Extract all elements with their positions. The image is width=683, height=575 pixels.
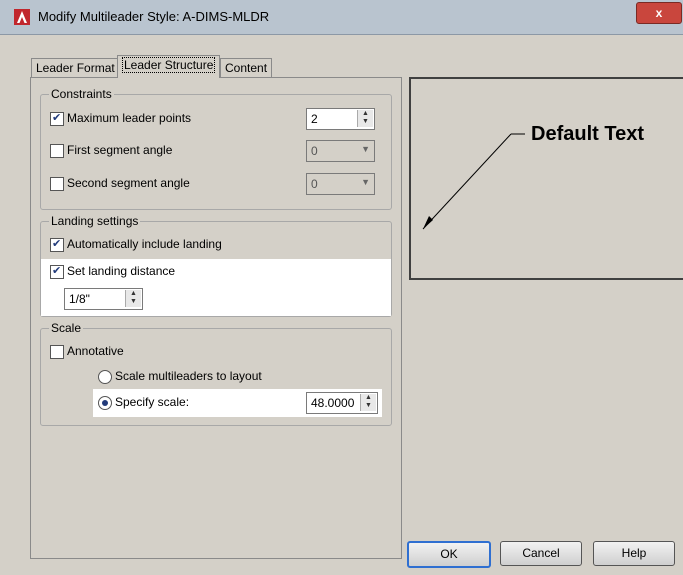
specify-scale-stepper[interactable]: 48.0000 ▲ ▼ — [306, 392, 378, 414]
autocad-logo-icon — [14, 9, 30, 25]
landing-distance-value: 1/8" — [69, 292, 90, 306]
tab-leader-format[interactable]: Leader Format — [31, 58, 120, 78]
annotative-label: Annotative — [67, 344, 124, 358]
spinner-icon[interactable]: ▲ ▼ — [360, 394, 376, 411]
max-leader-points-value: 2 — [311, 112, 318, 126]
scale-to-layout-label: Scale multileaders to layout — [115, 369, 262, 383]
chevron-down-icon: ▼ — [361, 144, 370, 154]
first-segment-angle-checkbox[interactable] — [50, 144, 64, 158]
auto-include-landing-label: Automatically include landing — [67, 237, 222, 251]
chevron-down-icon: ▼ — [361, 177, 370, 187]
preview-pane: Default Text — [409, 77, 683, 280]
scale-legend: Scale — [49, 321, 84, 335]
max-leader-points-checkbox[interactable] — [50, 111, 64, 126]
close-button[interactable]: x — [636, 2, 682, 24]
auto-include-landing-checkbox[interactable] — [50, 237, 64, 252]
spinner-icon[interactable]: ▲ ▼ — [125, 290, 141, 307]
specify-scale-label: Specify scale: — [115, 395, 190, 409]
landing-distance-stepper[interactable]: 1/8" ▲ ▼ — [64, 288, 143, 310]
dialog-body: Leader Format Leader Structure Content C… — [0, 35, 683, 575]
tab-label: Leader Format — [36, 61, 115, 75]
set-landing-distance-checkbox[interactable] — [50, 264, 64, 279]
scale-to-layout-radio[interactable] — [98, 370, 112, 384]
first-segment-angle-label: First segment angle — [67, 143, 173, 157]
scale-group: Scale Annotative Scale multileaders to l… — [40, 321, 392, 426]
tab-panel-leader-structure: Constraints Maximum leader points 2 ▲▼ F… — [30, 77, 402, 559]
tab-label: Content — [225, 61, 268, 75]
spinner-icon[interactable]: ▲ ▼ — [357, 110, 373, 127]
tab-content[interactable]: Content — [220, 58, 273, 78]
second-segment-angle-label: Second segment angle — [67, 176, 190, 190]
specify-scale-value: 48.0000 — [311, 396, 355, 410]
leader-preview-graphic — [422, 133, 525, 230]
landing-settings-group: Landing settings Automatically include l… — [40, 214, 392, 317]
max-leader-points-label: Maximum leader points — [67, 111, 192, 125]
second-segment-angle-checkbox[interactable] — [50, 177, 64, 191]
second-segment-angle-select[interactable]: 0 ▼ — [306, 173, 375, 195]
preview-default-text: Default Text — [531, 123, 644, 145]
annotative-checkbox[interactable] — [50, 345, 64, 359]
first-segment-angle-select[interactable]: 0 ▼ — [306, 140, 375, 162]
ok-button[interactable]: OK — [407, 541, 491, 568]
tab-leader-structure[interactable]: Leader Structure — [117, 55, 221, 78]
specify-scale-radio[interactable] — [98, 396, 112, 410]
set-landing-distance-label: Set landing distance — [67, 264, 176, 278]
first-segment-angle-value: 0 — [311, 144, 318, 158]
tab-label: Leader Structure — [122, 57, 216, 73]
cancel-button[interactable]: Cancel — [500, 541, 582, 566]
landing-settings-legend: Landing settings — [49, 214, 141, 228]
window-title: Modify Multileader Style: A-DIMS-MLDR — [38, 9, 270, 24]
second-segment-angle-value: 0 — [311, 177, 318, 191]
help-button[interactable]: Help — [593, 541, 675, 566]
constraints-legend: Constraints — [49, 87, 114, 101]
constraints-group: Constraints Maximum leader points 2 ▲▼ F… — [40, 87, 392, 210]
title-bar: Modify Multileader Style: A-DIMS-MLDR x — [0, 0, 683, 35]
max-leader-points-stepper[interactable]: 2 ▲ ▼ — [306, 108, 375, 130]
